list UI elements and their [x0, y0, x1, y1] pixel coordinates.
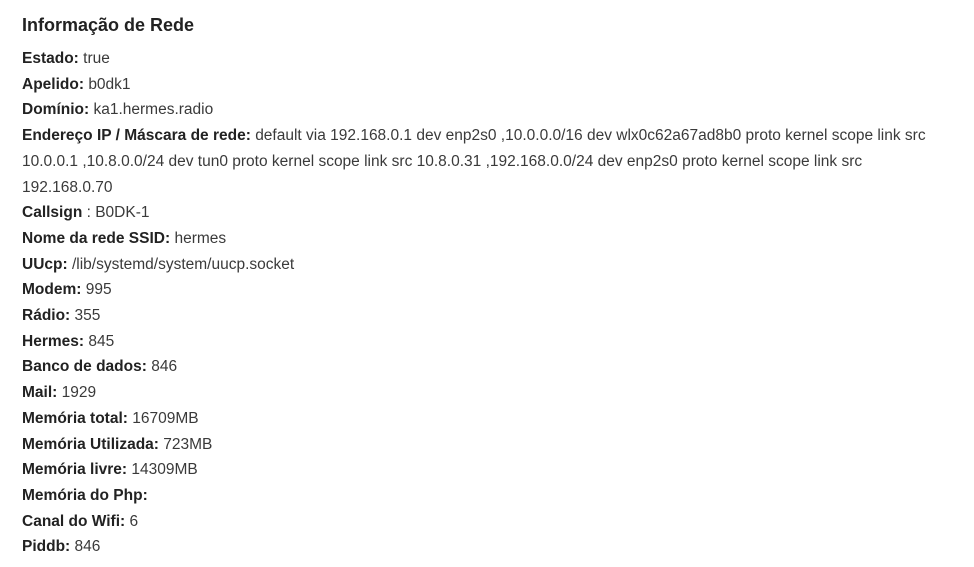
hermes-row: Hermes: 845 — [22, 329, 952, 355]
nickname-label: Apelido: — [22, 75, 84, 93]
memory-total-label: Memória total: — [22, 409, 128, 427]
modem-label: Modem: — [22, 281, 82, 299]
piddb-label: Piddb: — [22, 538, 71, 556]
memory-used-row: Memória Utilizada: 723MB — [22, 432, 952, 458]
network-info-panel: Informação de Rede Estado: true Apelido:… — [22, 12, 952, 560]
callsign-row: Callsign : B0DK-1 — [22, 200, 952, 226]
radio-label: Rádio: — [22, 307, 71, 325]
memory-free-value: 14309MB — [131, 461, 198, 479]
status-value: true — [83, 50, 110, 67]
status-row: Estado: true — [22, 46, 952, 72]
hermes-label: Hermes: — [22, 332, 85, 350]
radio-value: 355 — [74, 307, 101, 325]
uucp-value: /lib/systemd/system/uucp.socket — [71, 255, 295, 273]
piddb-row: Piddb: 846 — [22, 534, 952, 560]
mail-value: 1929 — [61, 384, 97, 402]
mail-row: Mail: 1929 — [22, 380, 952, 406]
page-title: Informação de Rede — [22, 15, 195, 35]
wifi-channel-label: Canal do Wifi: — [22, 512, 126, 530]
wifi-channel-row: Canal do Wifi: 6 — [22, 509, 952, 535]
nickname-row: Apelido: b0dk1 — [22, 72, 952, 98]
radio-row: Rádio: 355 — [22, 303, 952, 329]
database-value: 846 — [151, 358, 178, 376]
memory-php-label: Memória do Php: — [22, 486, 148, 504]
memory-used-value: 723MB — [163, 435, 213, 453]
uucp-row: UUcp: /lib/systemd/system/uucp.socket — [22, 252, 952, 278]
ssid-row: Nome da rede SSID: hermes — [22, 226, 952, 252]
nickname-value: b0dk1 — [88, 75, 131, 93]
domain-row: Domínio: ka1.hermes.radio — [22, 97, 952, 123]
memory-php-row: Memória do Php: — [22, 483, 952, 509]
memory-free-label: Memória livre: — [22, 461, 128, 479]
wifi-channel-value: 6 — [129, 512, 139, 530]
ip-mask-row: Endereço IP / Máscara de rede: default v… — [22, 123, 952, 200]
hermes-value: 845 — [88, 332, 115, 350]
ssid-value: hermes — [174, 229, 227, 247]
callsign-label: Callsign — [22, 204, 83, 222]
database-row: Banco de dados: 846 — [22, 354, 952, 380]
memory-free-row: Memória livre: 14309MB — [22, 457, 952, 483]
modem-row: Modem: 995 — [22, 277, 952, 303]
memory-total-row: Memória total: 16709MB — [22, 406, 952, 432]
uucp-label: UUcp: — [22, 255, 68, 273]
domain-value: ka1.hermes.radio — [93, 101, 214, 119]
ip-mask-label: Endereço IP / Máscara de rede: — [22, 127, 251, 145]
ssid-label: Nome da rede SSID: — [22, 229, 171, 247]
memory-used-label: Memória Utilizada: — [22, 435, 159, 453]
mail-label: Mail: — [22, 384, 58, 402]
domain-label: Domínio: — [22, 101, 90, 119]
piddb-value: 846 — [74, 538, 101, 556]
callsign-value: : B0DK-1 — [86, 204, 150, 222]
memory-total-value: 16709MB — [132, 409, 199, 427]
modem-value: 995 — [85, 281, 112, 299]
status-label: Estado: — [22, 50, 79, 67]
database-label: Banco de dados: — [22, 358, 147, 376]
